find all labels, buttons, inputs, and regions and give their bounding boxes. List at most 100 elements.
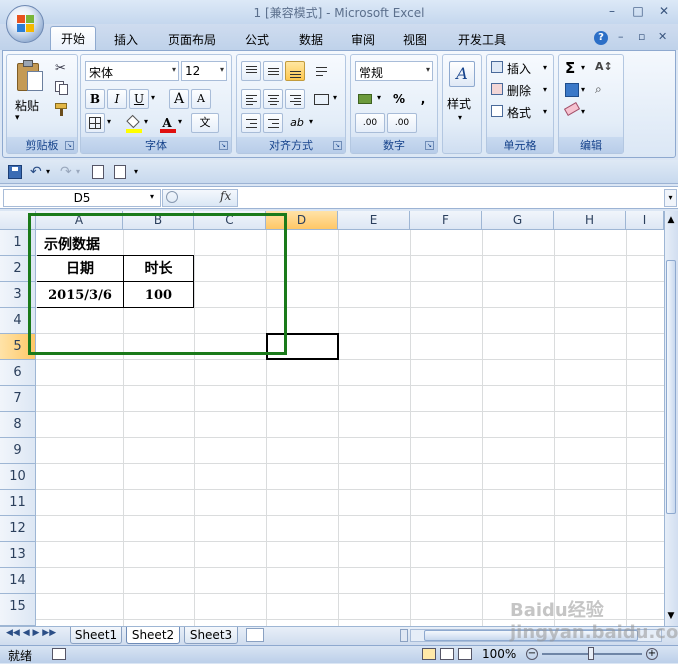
- vertical-scroll-thumb[interactable]: [666, 260, 676, 514]
- tab-data[interactable]: 数据: [290, 28, 332, 50]
- orientation-icon[interactable]: ab: [287, 113, 307, 133]
- paste-button[interactable]: 粘贴: [15, 97, 39, 114]
- chevron-down-icon[interactable]: ▾: [144, 117, 148, 126]
- sheet-nav-icons[interactable]: ◀◀ ◀ ▶ ▶▶: [6, 628, 56, 638]
- maximize-button[interactable]: □: [630, 4, 646, 18]
- percent-button[interactable]: %: [389, 89, 409, 109]
- paste-dropdown-icon[interactable]: ▾: [15, 113, 20, 123]
- sheet-tab-2[interactable]: Sheet2: [126, 627, 180, 644]
- column-header-i[interactable]: I: [626, 211, 664, 230]
- chevron-down-icon[interactable]: ▾: [151, 93, 155, 102]
- chevron-down-icon[interactable]: ▾: [46, 167, 50, 176]
- styles-icon[interactable]: A: [449, 61, 475, 87]
- insert-function-button[interactable]: fx: [220, 189, 231, 203]
- align-right-icon[interactable]: [285, 89, 305, 109]
- zoom-in-icon[interactable]: +: [646, 648, 658, 660]
- clear-icon[interactable]: [563, 102, 581, 116]
- number-launcher-icon[interactable]: ↘: [425, 141, 434, 150]
- save-icon[interactable]: [8, 165, 22, 179]
- fill-color-icon[interactable]: [123, 113, 143, 133]
- chevron-down-icon[interactable]: ▾: [543, 107, 547, 116]
- chevron-down-icon[interactable]: ▾: [76, 167, 80, 176]
- wrap-text-icon[interactable]: [311, 61, 331, 81]
- help-icon[interactable]: ?: [594, 31, 608, 45]
- font-color-icon[interactable]: A: [157, 113, 177, 133]
- zoom-out-icon[interactable]: −: [526, 648, 538, 660]
- chevron-down-icon[interactable]: ▾: [543, 85, 547, 94]
- row-header-9[interactable]: 9: [0, 438, 36, 464]
- row-header-12[interactable]: 12: [0, 516, 36, 542]
- decrease-indent-icon[interactable]: [241, 113, 261, 133]
- align-center-icon[interactable]: [263, 89, 283, 109]
- scroll-up-icon[interactable]: ▲: [665, 212, 677, 228]
- sheet-tab-3[interactable]: Sheet3: [184, 627, 238, 644]
- tab-home[interactable]: 开始: [50, 26, 96, 51]
- autosum-button[interactable]: Σ: [565, 59, 575, 77]
- customize-qat-icon[interactable]: ▾: [134, 167, 138, 176]
- sheet-tab-1[interactable]: Sheet1: [70, 627, 122, 644]
- print-preview-icon[interactable]: [92, 165, 104, 179]
- row-header-8[interactable]: 8: [0, 412, 36, 438]
- chevron-down-icon[interactable]: ▾: [377, 93, 381, 102]
- styles-button[interactable]: 样式: [447, 95, 471, 112]
- name-box[interactable]: D5: [3, 189, 161, 207]
- grow-font-button[interactable]: A: [169, 89, 189, 109]
- redo-icon[interactable]: ↷: [60, 164, 72, 180]
- column-header-g[interactable]: G: [482, 211, 554, 230]
- align-left-icon[interactable]: [241, 89, 261, 109]
- number-format-select[interactable]: 常规 ▾: [355, 61, 433, 81]
- bold-button[interactable]: B: [85, 89, 105, 109]
- column-header-h[interactable]: H: [554, 211, 626, 230]
- find-select-icon[interactable]: ⌕: [595, 82, 602, 97]
- insert-cells-button[interactable]: 插入: [507, 60, 531, 77]
- zoom-level[interactable]: 100%: [482, 647, 516, 661]
- chevron-down-icon[interactable]: ▾: [581, 107, 585, 116]
- accounting-format-icon[interactable]: [355, 89, 375, 109]
- chevron-down-icon[interactable]: ▾: [333, 93, 337, 102]
- font-name-select[interactable]: 宋体 ▾: [85, 61, 179, 81]
- format-painter-icon[interactable]: [55, 103, 69, 116]
- chevron-down-icon[interactable]: ▾: [543, 63, 547, 72]
- column-header-f[interactable]: F: [410, 211, 482, 230]
- clipboard-launcher-icon[interactable]: ↘: [65, 141, 74, 150]
- chevron-down-icon[interactable]: ▾: [458, 113, 462, 122]
- tab-review[interactable]: 审阅: [342, 28, 384, 50]
- normal-view-icon[interactable]: [422, 648, 436, 660]
- copy-icon[interactable]: [55, 81, 69, 95]
- tab-formulas[interactable]: 公式: [236, 28, 278, 50]
- row-header-15[interactable]: 15: [0, 594, 36, 626]
- new-document-icon[interactable]: [114, 165, 126, 179]
- chevron-down-icon[interactable]: ▾: [581, 85, 585, 94]
- tab-developer[interactable]: 开发工具: [448, 28, 516, 50]
- row-header-14[interactable]: 14: [0, 568, 36, 594]
- row-header-13[interactable]: 13: [0, 542, 36, 568]
- tab-insert[interactable]: 插入: [104, 28, 148, 50]
- delete-cells-button[interactable]: 删除: [507, 82, 531, 99]
- row-header-10[interactable]: 10: [0, 464, 36, 490]
- font-size-select[interactable]: 12 ▾: [181, 61, 227, 81]
- paste-icon[interactable]: [15, 59, 45, 93]
- increase-decimal-button[interactable]: .00: [355, 113, 385, 133]
- chevron-down-icon[interactable]: ▾: [107, 117, 111, 126]
- tab-page-layout[interactable]: 页面布局: [160, 28, 224, 50]
- chevron-down-icon[interactable]: ▾: [309, 117, 313, 126]
- insert-sheet-icon[interactable]: [246, 628, 264, 642]
- page-break-view-icon[interactable]: [458, 648, 472, 660]
- row-header-6[interactable]: 6: [0, 360, 36, 386]
- formula-input[interactable]: [240, 189, 662, 207]
- expand-formula-icon[interactable]: ▾: [664, 189, 677, 207]
- office-button[interactable]: [6, 5, 44, 43]
- ribbon-minimize-icon[interactable]: –: [618, 30, 624, 43]
- tab-split-handle[interactable]: [400, 629, 408, 642]
- close-button[interactable]: ✕: [656, 4, 672, 18]
- cut-icon[interactable]: ✂: [55, 61, 66, 76]
- format-cells-button[interactable]: 格式: [507, 104, 531, 121]
- chevron-down-icon[interactable]: ▾: [150, 192, 154, 201]
- decrease-decimal-button[interactable]: .00: [387, 113, 417, 133]
- ribbon-close-icon[interactable]: ✕: [658, 30, 667, 43]
- tab-view[interactable]: 视图: [394, 28, 436, 50]
- merge-center-icon[interactable]: [311, 89, 331, 109]
- borders-icon[interactable]: [85, 113, 105, 133]
- row-header-11[interactable]: 11: [0, 490, 36, 516]
- comma-style-button[interactable]: ,: [413, 89, 433, 109]
